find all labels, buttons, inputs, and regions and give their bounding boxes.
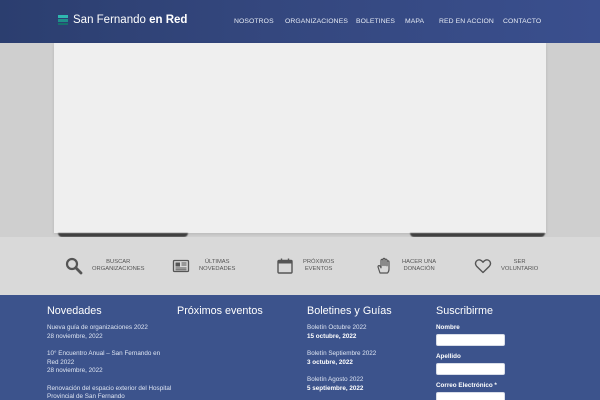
quick-link-line1: HACER UNA bbox=[402, 259, 437, 265]
list-item: 10° Encuentro Anual – San Fernando en Re… bbox=[47, 350, 172, 376]
site-header: San Fernando en Red NOSOTROS ORGANIZACIO… bbox=[0, 0, 600, 43]
nombre-label: Nombre bbox=[436, 324, 460, 331]
quick-links-strip: BUSCAR ORGANIZACIONES ÚLTIMAS NOVEDADES … bbox=[0, 237, 600, 295]
search-icon bbox=[65, 257, 83, 275]
list-item: Renovación del espacio exterior del Hosp… bbox=[47, 385, 172, 400]
site-footer: Novedades Nueva guía de organizaciones 2… bbox=[0, 295, 600, 400]
bulletin-title[interactable]: Boletín Octubre 2022 bbox=[307, 324, 432, 333]
footer-suscribirme-title: Suscribirme bbox=[436, 305, 493, 317]
email-field[interactable] bbox=[436, 392, 505, 400]
calendar-icon bbox=[277, 258, 293, 274]
hero-slider[interactable] bbox=[54, 43, 546, 233]
quick-link-line1: PRÓXIMOS bbox=[303, 259, 335, 265]
quick-link-label: PRÓXIMOS EVENTOS bbox=[303, 259, 334, 273]
list-item: Boletín Agosto 2022 5 septiembre, 2022 bbox=[307, 376, 432, 393]
quick-link-label: HACER UNA DONACIÓN bbox=[402, 259, 436, 273]
list-item: Nueva guía de organizaciones 2022 28 nov… bbox=[47, 324, 172, 341]
list-item: Boletín Octubre 2022 15 octubre, 2022 bbox=[307, 324, 432, 341]
quick-link-hacer-una-donacion[interactable]: HACER UNA DONACIÓN bbox=[375, 255, 436, 277]
quick-link-line1: SER bbox=[513, 259, 526, 265]
quick-link-line2: DONACIÓN bbox=[403, 266, 435, 272]
footer-novedades: Novedades Nueva guía de organizaciones 2… bbox=[47, 305, 172, 400]
apellido-label: Apellido bbox=[436, 353, 461, 360]
quick-link-line1: BUSCAR bbox=[106, 259, 131, 265]
quick-link-ser-voluntario[interactable]: SER VOLUNTARIO bbox=[474, 255, 538, 277]
quick-link-buscar-organizaciones[interactable]: BUSCAR ORGANIZACIONES bbox=[65, 255, 145, 277]
news-title[interactable]: Nueva guía de organizaciones 2022 bbox=[47, 324, 172, 333]
nav-red-en-accion[interactable]: RED EN ACCION bbox=[439, 18, 494, 25]
nav-boletines[interactable]: BOLETINES bbox=[356, 18, 395, 25]
footer-suscribirme: Suscribirme Nombre Apellido Correo Elect… bbox=[436, 305, 561, 400]
bulletin-title[interactable]: Boletín Agosto 2022 bbox=[307, 376, 432, 385]
footer-boletines-title: Boletines y Guías bbox=[307, 305, 392, 317]
quick-link-proximos-eventos[interactable]: PRÓXIMOS EVENTOS bbox=[276, 255, 334, 277]
newspaper-icon bbox=[172, 259, 190, 273]
nav-contacto[interactable]: CONTACTO bbox=[503, 18, 541, 25]
nombre-field[interactable] bbox=[436, 334, 505, 346]
heart-icon bbox=[474, 259, 492, 274]
footer-eventos-title: Próximos eventos bbox=[177, 305, 263, 317]
nav-mapa[interactable]: MAPA bbox=[405, 18, 424, 25]
apellido-field[interactable] bbox=[436, 363, 505, 375]
footer-novedades-title: Novedades bbox=[47, 305, 102, 317]
quick-link-line2: ORGANIZACIONES bbox=[92, 266, 145, 272]
bulletin-date: 15 octubre, 2022 bbox=[307, 332, 357, 340]
quick-link-line2: EVENTOS bbox=[304, 266, 333, 272]
news-date: 28 noviembre, 2022 bbox=[47, 367, 103, 374]
quick-link-label: ÚLTIMAS NOVEDADES bbox=[199, 259, 235, 273]
quick-link-line2: NOVEDADES bbox=[199, 266, 236, 272]
nav-nosotros[interactable]: NOSOTROS bbox=[234, 18, 274, 25]
quick-link-line2: VOLUNTARIO bbox=[501, 266, 539, 272]
main-nav: NOSOTROS ORGANIZACIONES BOLETINES MAPA R… bbox=[0, 18, 600, 28]
hand-icon bbox=[377, 257, 390, 274]
quick-link-ultimas-novedades[interactable]: ÚLTIMAS NOVEDADES bbox=[172, 255, 235, 277]
footer-boletines: Boletines y Guías Boletín Octubre 2022 1… bbox=[307, 305, 432, 400]
nav-organizaciones[interactable]: ORGANIZACIONES bbox=[285, 18, 348, 25]
news-title[interactable]: Renovación del espacio exterior del Hosp… bbox=[47, 385, 172, 400]
bulletin-date: 3 octubre, 2022 bbox=[307, 358, 353, 366]
quick-link-label: BUSCAR ORGANIZACIONES bbox=[92, 259, 145, 273]
footer-eventos: Próximos eventos bbox=[177, 305, 302, 324]
news-title[interactable]: 10° Encuentro Anual – San Fernando en Re… bbox=[47, 350, 172, 367]
bulletin-date: 5 septiembre, 2022 bbox=[307, 384, 364, 392]
bulletin-title[interactable]: Boletín Septiembre 2022 bbox=[307, 350, 432, 359]
quick-link-label: SER VOLUNTARIO bbox=[501, 259, 538, 273]
news-date: 28 noviembre, 2022 bbox=[47, 332, 103, 340]
correo-label: Correo Electrónico * bbox=[436, 382, 497, 389]
quick-link-line1: ÚLTIMAS bbox=[204, 259, 230, 265]
list-item: Boletín Septiembre 2022 3 octubre, 2022 bbox=[307, 350, 432, 367]
